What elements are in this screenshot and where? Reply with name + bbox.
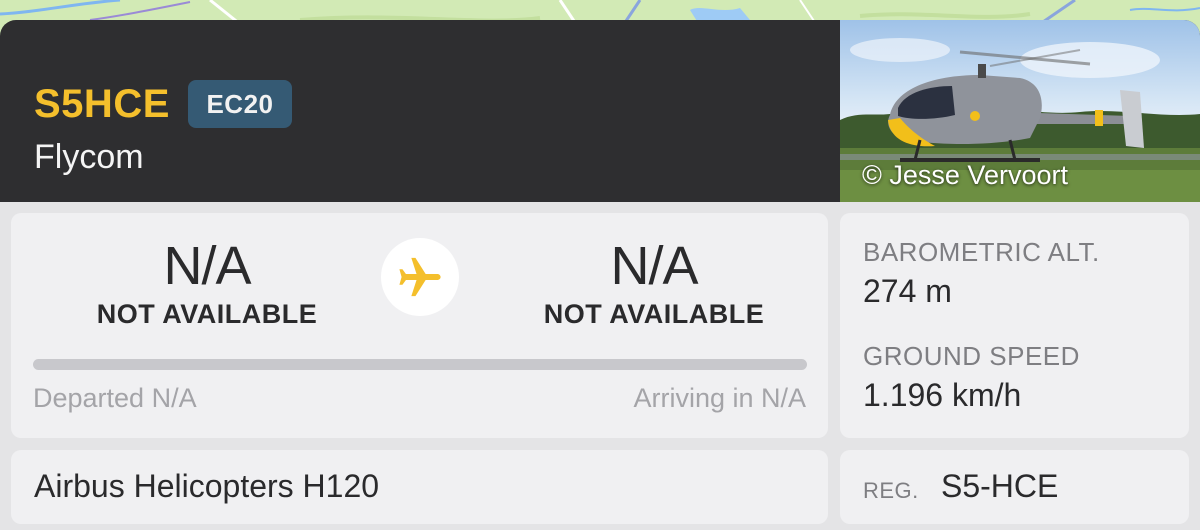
aircraft-model: Airbus Helicopters H120 — [34, 468, 380, 504]
plane-badge — [381, 238, 459, 316]
ground-speed-label: GROUND SPEED — [863, 341, 1080, 371]
altitude-value: 274 m — [863, 273, 952, 309]
airline-name: Flycom — [34, 138, 144, 176]
origin-name: NOT AVAILABLE — [96, 299, 318, 329]
registration-value: S5-HCE — [941, 468, 1059, 504]
route-card[interactable]: N/A NOT AVAILABLE N/A NOT AVAILABLE Depa… — [11, 213, 828, 438]
altitude-label: BAROMETRIC ALT. — [863, 237, 1100, 267]
destination-name: NOT AVAILABLE — [543, 299, 765, 329]
ground-speed-value: 1.196 km/h — [863, 377, 1022, 413]
airplane-icon — [399, 257, 441, 297]
aircraft-model-card[interactable]: Airbus Helicopters H120 — [11, 450, 828, 524]
photo-credit: © Jesse Vervoort — [862, 160, 1068, 190]
registration-card[interactable]: REG. S5-HCE — [840, 450, 1189, 524]
callsign: S5HCE — [34, 82, 170, 126]
arriving-status: Arriving in N/A — [633, 383, 806, 413]
aircraft-type-badge: EC20 — [188, 80, 292, 128]
destination-code: N/A — [610, 236, 698, 296]
origin-code: N/A — [163, 236, 251, 296]
departed-status: Departed N/A — [33, 383, 197, 413]
registration-label: REG. — [863, 478, 919, 503]
flight-header: S5HCE EC20 Flycom © Jesse Vervoort — [0, 20, 1200, 202]
flight-stats-card[interactable]: BAROMETRIC ALT. 274 m GROUND SPEED 1.196… — [840, 213, 1189, 438]
flight-progress-bar — [33, 359, 807, 370]
aircraft-photo[interactable]: © Jesse Vervoort — [840, 20, 1200, 202]
